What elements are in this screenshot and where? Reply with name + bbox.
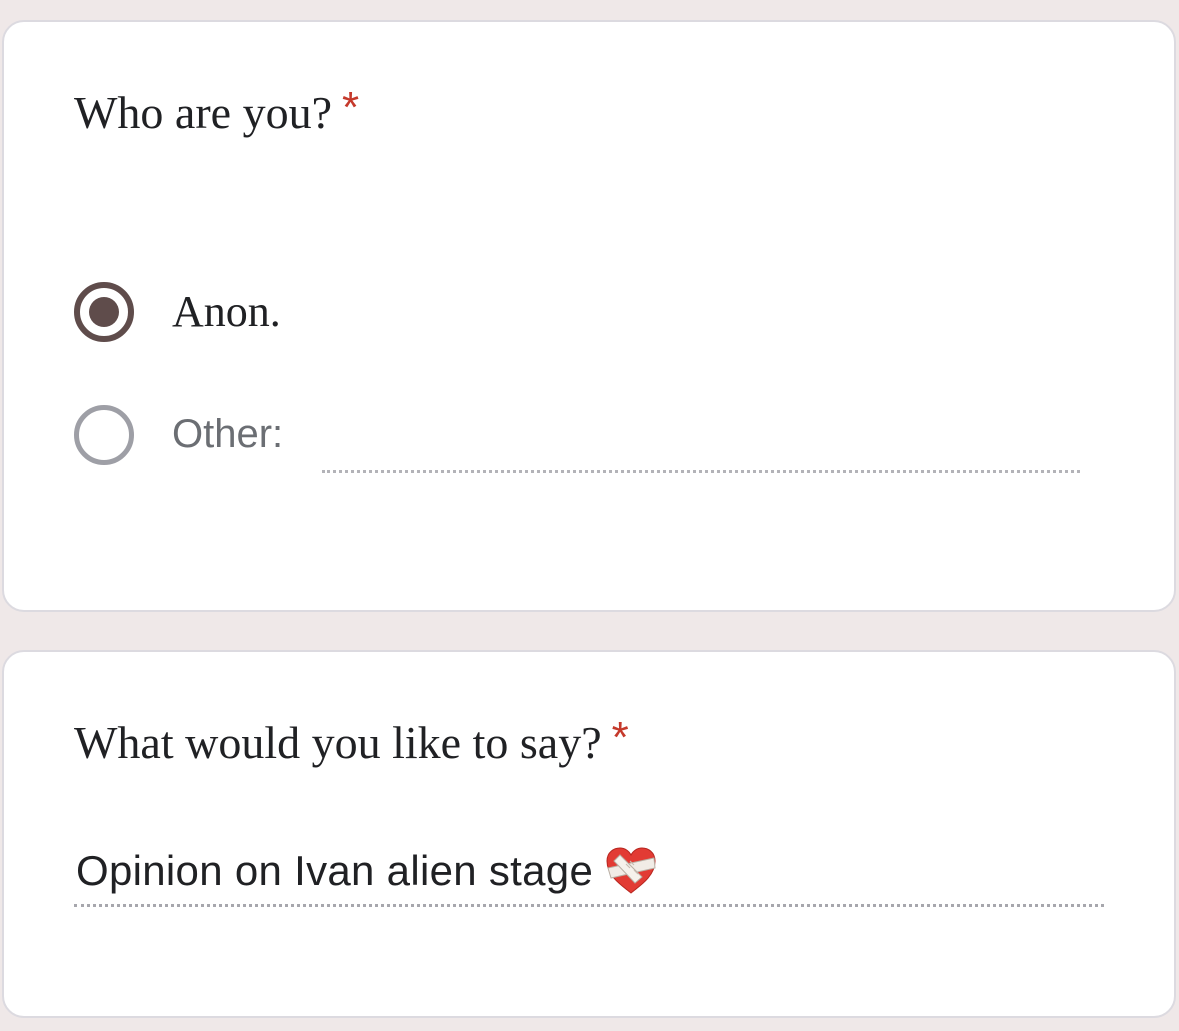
answer-text-field[interactable]: Opinion on Ivan alien stage — [74, 842, 1104, 907]
mending-heart-icon — [606, 847, 656, 894]
question-card-what-to-say — [2, 650, 1176, 1018]
other-text-input[interactable] — [322, 436, 1080, 473]
option-label-anon[interactable]: Anon. — [172, 290, 281, 334]
required-asterisk: * — [342, 83, 360, 132]
question-title-text: Who are you? — [74, 87, 332, 138]
question-title-text: What would you like to say? — [74, 717, 602, 768]
option-label-other[interactable]: Other: — [172, 414, 283, 454]
answer-text-value: Opinion on Ivan alien stage — [76, 847, 594, 894]
question-title: What would you like to say? * — [74, 716, 629, 768]
radio-other[interactable] — [74, 405, 134, 465]
required-asterisk: * — [611, 713, 629, 762]
radio-selected-dot — [89, 297, 119, 327]
radio-anon[interactable] — [74, 282, 134, 342]
question-title: Who are you? * — [74, 86, 359, 138]
